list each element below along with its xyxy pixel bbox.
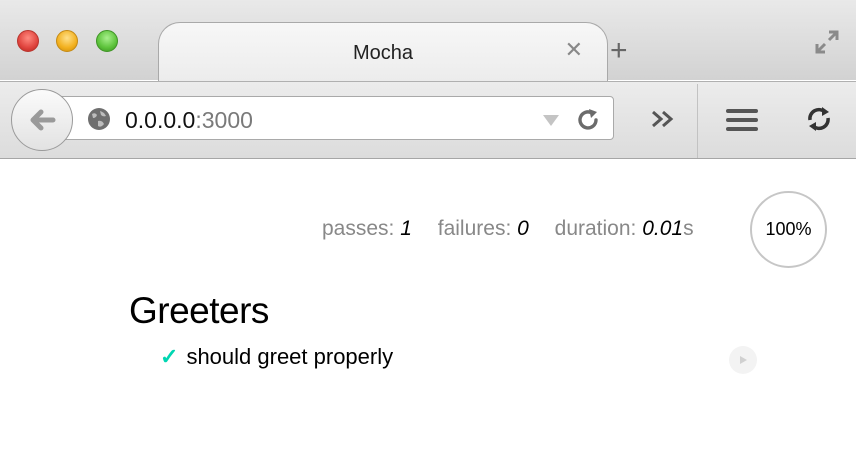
navigation-toolbar: 0.0.0.0:3000 [0, 81, 856, 159]
url-port: :3000 [195, 107, 253, 133]
duration-label: duration: [554, 217, 637, 240]
passes-label: passes: [322, 217, 395, 240]
passes-stat[interactable]: passes: 1 [322, 217, 412, 240]
title-bar: Mocha ✕ + [0, 0, 856, 82]
pass-check-icon: ✓ [160, 344, 179, 369]
new-tab-button[interactable]: + [610, 36, 628, 66]
fullscreen-icon[interactable] [813, 28, 841, 56]
reload-icon[interactable] [575, 107, 601, 133]
globe-icon [88, 108, 110, 130]
failures-label: failures: [437, 217, 512, 240]
url-host: 0.0.0.0 [125, 107, 196, 133]
passes-value: 1 [400, 217, 412, 240]
replay-icon [740, 356, 747, 364]
sync-icon[interactable] [804, 104, 834, 134]
dropdown-icon[interactable] [542, 113, 560, 127]
hamburger-menu-icon[interactable] [725, 107, 759, 133]
back-button[interactable] [11, 89, 73, 151]
mocha-stats: passes: 1 failures: 0 duration: 0.01s [322, 217, 694, 241]
failures-stat[interactable]: failures: 0 [438, 217, 529, 240]
tab-title: Mocha [352, 42, 414, 64]
tab-mocha[interactable]: Mocha ✕ [158, 22, 608, 82]
test-item[interactable]: ✓ should greet properly [160, 344, 393, 370]
progress-percent: 100% [765, 219, 812, 239]
tab-close-icon[interactable]: ✕ [565, 39, 583, 61]
progress-indicator: 100% [750, 191, 827, 268]
back-arrow-icon [30, 109, 56, 131]
url-bar[interactable]: 0.0.0.0:3000 [56, 96, 614, 140]
duration-stat: duration: 0.01s [555, 217, 694, 240]
url-text: 0.0.0.0:3000 [125, 107, 253, 134]
failures-value: 0 [517, 217, 529, 240]
overflow-chevron-icon[interactable] [650, 109, 676, 129]
toolbar-divider [697, 84, 698, 158]
close-window-button[interactable] [17, 30, 39, 52]
zoom-window-button[interactable] [96, 30, 118, 52]
duration-value: 0.01 [642, 217, 684, 240]
duration-unit: s [683, 217, 694, 240]
minimize-window-button[interactable] [56, 30, 78, 52]
replay-button[interactable] [729, 346, 757, 374]
test-title: should greet properly [186, 344, 394, 369]
suite-title[interactable]: Greeters [129, 290, 269, 332]
